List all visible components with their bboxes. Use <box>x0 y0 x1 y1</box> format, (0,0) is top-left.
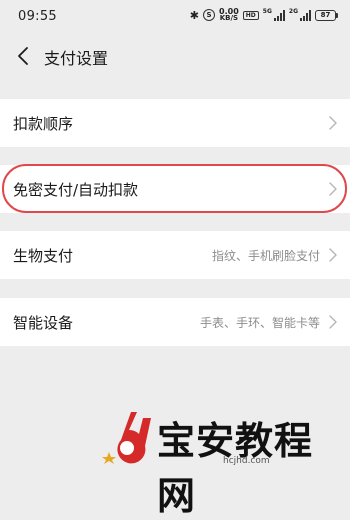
chevron-right-icon <box>329 182 337 196</box>
chevron-right-icon <box>329 248 337 262</box>
row-label: 智能设备 <box>13 314 74 332</box>
smart-device-item[interactable]: 智能设备 手表、手环、智能卡等 <box>0 298 350 346</box>
watermark-url: hcjhd.com <box>223 456 270 466</box>
back-button[interactable] <box>12 44 34 68</box>
page-title: 支付设置 <box>44 49 109 68</box>
battery-icon: 87 <box>315 9 338 21</box>
hd-icon: HD <box>242 10 259 20</box>
s-app-icon: S <box>203 9 216 21</box>
bluetooth-icon: ✱ <box>189 8 200 22</box>
watermark-logo-icon <box>102 412 151 464</box>
network-type-1: 5G <box>262 8 272 15</box>
row-value: 指纹、手机刷脸支付 <box>211 249 320 263</box>
signal-icon-2 <box>300 9 311 21</box>
status-bar: 09:55 ✱ S 0.00 KB/S HD 5G 2G 87 <box>0 0 350 32</box>
network-type-2: 2G <box>288 8 298 15</box>
back-arrow-icon <box>18 47 28 65</box>
signal-icon-1 <box>273 9 285 21</box>
row-value: 手表、手环、智能卡等 <box>199 316 320 330</box>
status-time: 09:55 <box>18 9 57 24</box>
battery-level: 87 <box>315 9 336 21</box>
speed-unit: KB/S <box>219 14 239 22</box>
biometric-payment-item[interactable]: 生物支付 指纹、手机刷脸支付 <box>0 231 350 279</box>
chevron-right-icon <box>329 315 337 329</box>
header: 支付设置 <box>0 32 350 80</box>
password-free-payment-item[interactable]: 免密支付/自动扣款 <box>0 165 350 213</box>
watermark: 宝安教程网 hcjhd.com <box>95 404 350 518</box>
row-label: 免密支付/自动扣款 <box>13 181 139 199</box>
network-speed: 0.00 KB/S <box>219 8 239 22</box>
row-label: 扣款顺序 <box>13 115 74 133</box>
status-icons: ✱ S 0.00 KB/S HD 5G 2G 87 <box>190 8 338 22</box>
deduction-order-item[interactable]: 扣款顺序 <box>0 99 350 147</box>
row-label: 生物支付 <box>13 247 74 265</box>
chevron-right-icon <box>329 116 337 130</box>
